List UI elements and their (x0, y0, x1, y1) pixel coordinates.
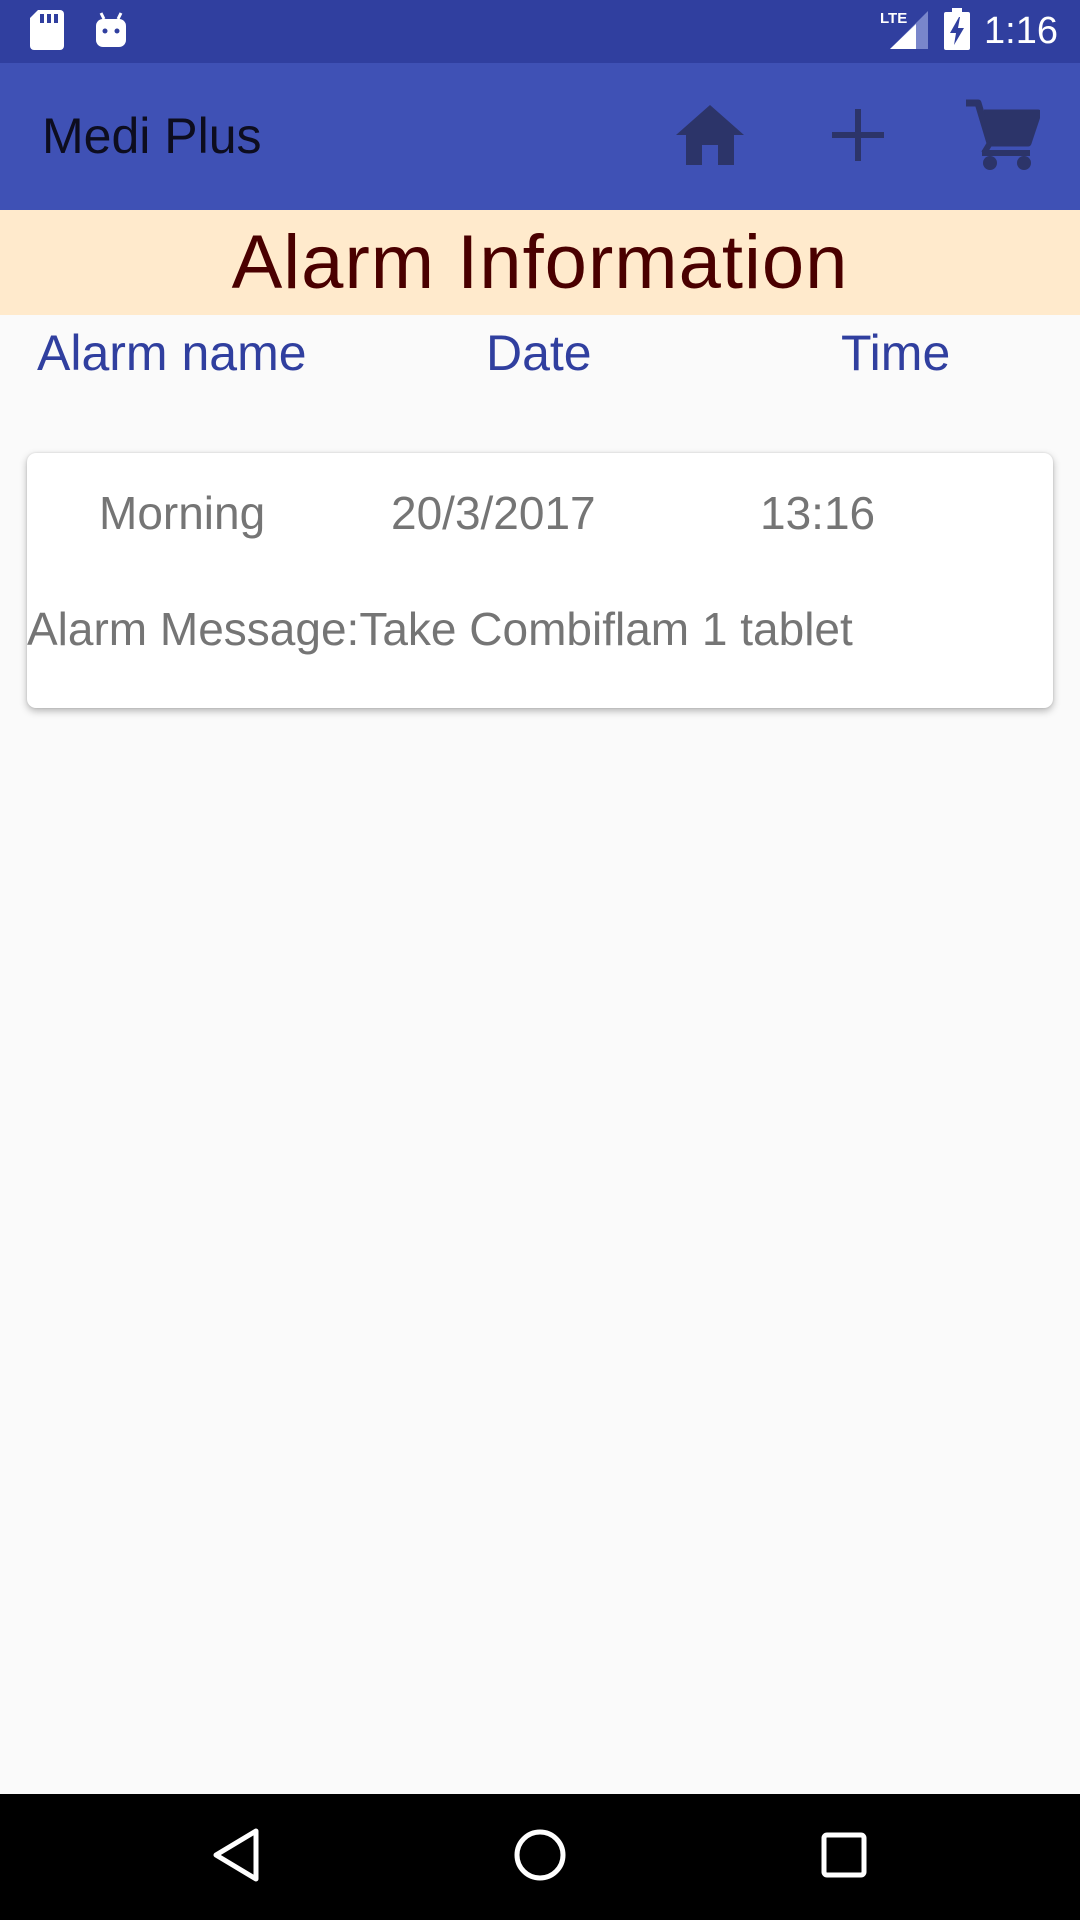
column-header-time: Time (841, 325, 951, 381)
add-button[interactable] (820, 99, 896, 175)
add-icon (830, 107, 886, 168)
home-circle-icon (512, 1827, 568, 1888)
back-icon (210, 1827, 262, 1888)
alarm-date: 20/3/2017 (391, 487, 596, 539)
battery-charging-icon (944, 7, 971, 55)
home-button[interactable] (672, 99, 748, 175)
home-nav-button[interactable] (504, 1821, 576, 1893)
column-header-date: Date (486, 325, 592, 381)
status-left (30, 10, 128, 55)
status-time: 1:16 (984, 10, 1058, 52)
android-icon (94, 11, 128, 54)
home-icon (674, 103, 746, 172)
navigation-bar (0, 1794, 1080, 1920)
signal-icon: LTE (880, 7, 930, 56)
status-right: LTE 1:16 (880, 6, 1058, 56)
status-bar: LTE 1:16 (0, 0, 1080, 63)
cart-button[interactable] (964, 99, 1042, 176)
app-title: Medi Plus (42, 108, 262, 164)
alarm-name: Morning (99, 487, 266, 539)
app-bar: Medi Plus (0, 63, 1080, 210)
alarm-time: 13:16 (760, 487, 876, 539)
column-header-alarm-name: Alarm name (37, 325, 307, 381)
alarm-message: Alarm Message:Take Combiflam 1 tablet (27, 603, 853, 655)
info-banner: Alarm Information (0, 210, 1080, 315)
recents-icon (819, 1830, 869, 1885)
screen: LTE 1:16 Medi Plus Alarm Information Ala… (0, 0, 1080, 1920)
page-title: Alarm Information (231, 220, 849, 305)
sd-card-icon (30, 10, 64, 55)
back-button[interactable] (200, 1821, 272, 1893)
network-label: LTE (880, 10, 907, 27)
recents-button[interactable] (808, 1821, 880, 1893)
cart-icon (964, 99, 1042, 176)
alarm-card[interactable]: Morning 20/3/2017 13:16 Alarm Message:Ta… (27, 453, 1053, 708)
